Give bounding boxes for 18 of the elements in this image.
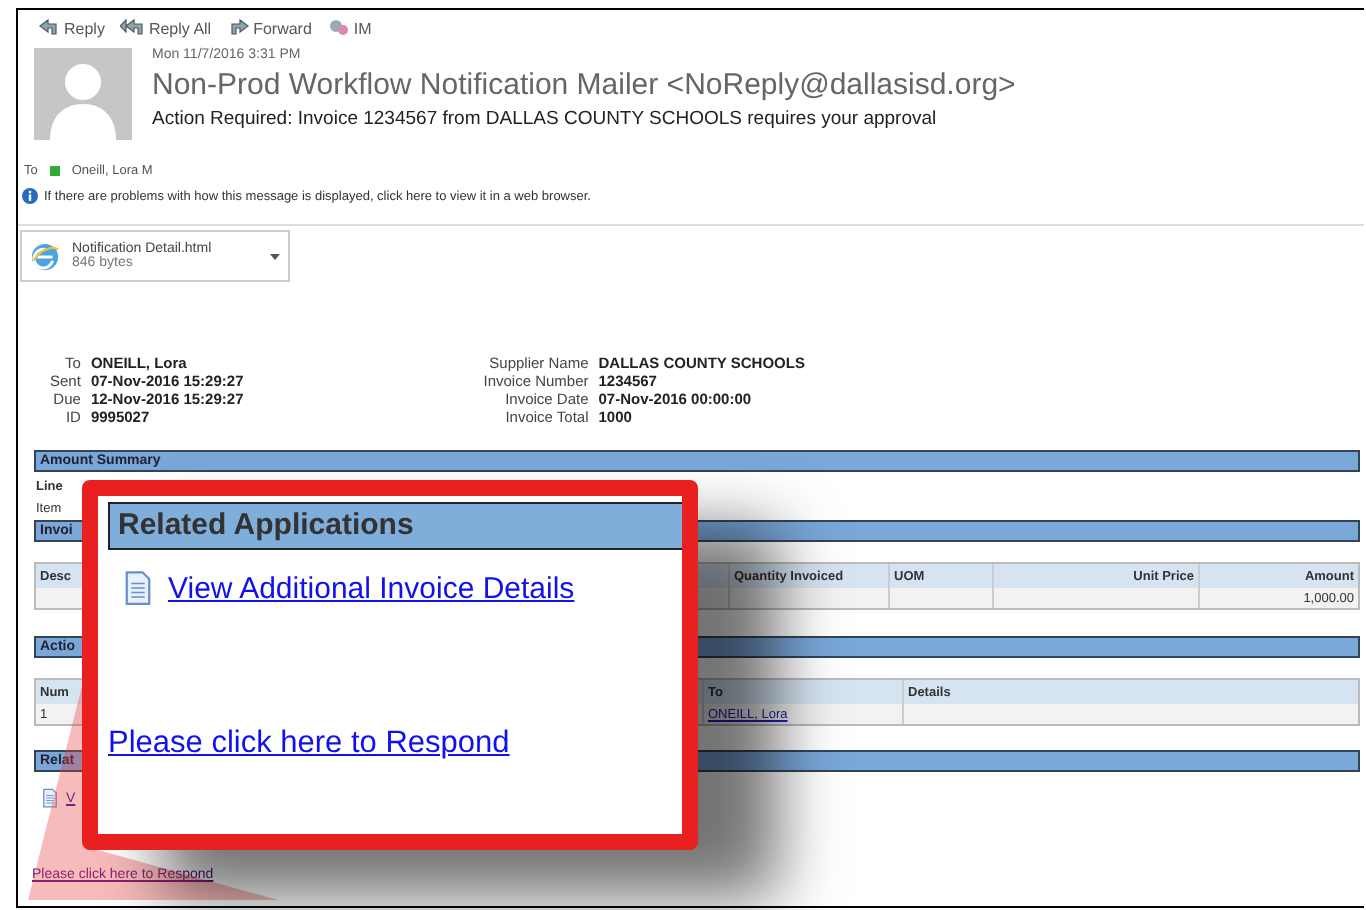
info-icon [22,188,38,204]
forward-icon [227,18,250,38]
sender-name: Non-Prod Workflow Notification Mailer <NoReply@dallasisd.org> [152,68,1016,102]
invoice-details-link[interactable]: View Additional Invoice Details [168,571,575,605]
toolbar-button[interactable]: IM [327,18,372,38]
message-subject: Action Required: Invoice 1234567 from DALLAS COUNTY SCHOOLS requires your approval [152,108,939,130]
browser-file-icon [30,241,60,271]
reply-all-icon [120,18,145,38]
toolbar-button[interactable]: Reply [38,18,105,38]
chat-icon [327,18,350,38]
reply-icon [38,18,60,38]
toolbar-button[interactable]: Reply All [120,18,212,38]
caret-icon [270,253,280,259]
callout-header: Related Applications [108,502,682,550]
toolbar-button[interactable]: Forward [227,18,312,38]
document-icon [42,788,58,808]
document-icon [124,570,152,606]
presence-icon [49,166,60,176]
